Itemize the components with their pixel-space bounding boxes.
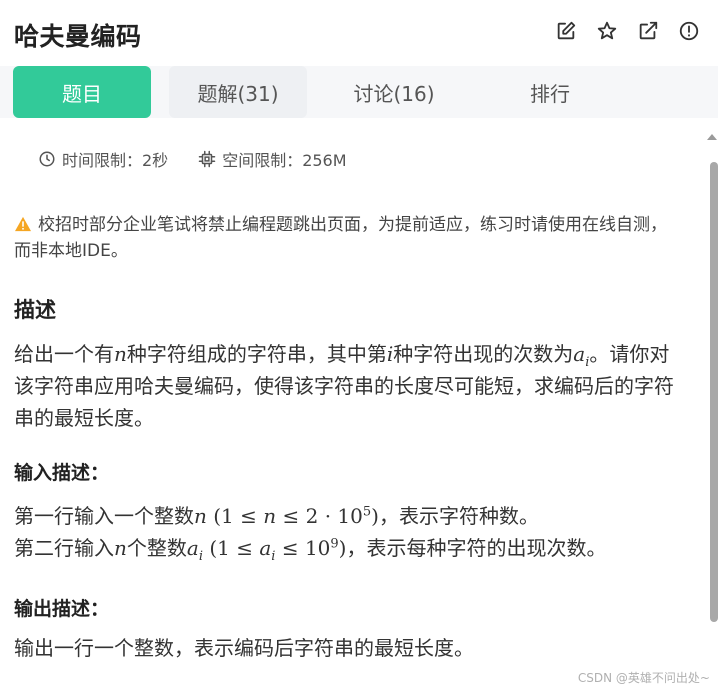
- tab-solutions[interactable]: 题解(31): [169, 66, 307, 118]
- notice: 校招时部分企业笔试将禁止编程题跳出页面，为提前适应，练习时请使用在线自测，而非本…: [14, 212, 674, 264]
- warning-icon: [15, 216, 31, 232]
- input-line-2: 第二行输入n个整数ai (1 ≤ ai ≤ 109)，表示每种字符的出现次数。: [14, 532, 686, 564]
- in2-c: ，表示每种字符的出现次数。: [346, 536, 607, 560]
- description-text: 给出一个有n种字符组成的字符串，其中第i种字符出现的次数为ai。请你对该字符串应…: [14, 338, 686, 434]
- memory-limit: 空间限制：256M: [198, 147, 347, 171]
- in2-b: 个整数: [126, 536, 187, 560]
- limits-bar: 时间限制：2秒 空间限制：256M: [38, 147, 347, 171]
- in1-a: 第一行输入一个整数: [14, 504, 194, 528]
- chip-icon: [198, 150, 216, 168]
- in1-exp: 5: [362, 504, 372, 520]
- external-link-icon[interactable]: [637, 20, 659, 42]
- input-heading: 输入描述：: [14, 462, 110, 484]
- in2-mid: ≤ 10: [275, 536, 331, 560]
- input-line-1: 第一行输入一个整数n (1 ≤ n ≤ 2 · 105)，表示字符种数。: [14, 500, 686, 532]
- output-text: 输出一行一个整数，表示编码后字符串的最短长度。: [14, 636, 474, 660]
- in1-var: n: [194, 504, 207, 528]
- in2-exp: 9: [330, 536, 339, 552]
- in1-open: (1 ≤: [206, 504, 264, 528]
- tab-bar: 题目 题解(31) 讨论(16) 排行: [0, 66, 718, 118]
- in2-a: 第二行输入: [14, 536, 114, 560]
- star-icon[interactable]: [596, 20, 618, 42]
- output-heading: 输出描述：: [14, 598, 110, 620]
- edit-icon[interactable]: [555, 20, 577, 42]
- desc-var-n: n: [114, 342, 127, 366]
- description-heading: 描述: [14, 298, 56, 322]
- header-actions: [555, 20, 700, 42]
- watermark: CSDN @英雄不问出处~: [577, 671, 710, 685]
- memory-limit-text: 空间限制：256M: [222, 151, 347, 170]
- desc-text-3: 种字符出现的次数为: [393, 342, 574, 366]
- desc-var-a: a: [573, 342, 586, 366]
- in1-close: ): [371, 504, 379, 528]
- scroll-up-arrow[interactable]: [707, 134, 717, 140]
- in1-mid: ≤ 2 · 10: [276, 504, 363, 528]
- in2-ai: a: [259, 536, 272, 560]
- notice-text: 校招时部分企业笔试将禁止编程题跳出页面，为提前适应，练习时请使用在线自测，而非本…: [14, 215, 667, 261]
- tab-problem[interactable]: 题目: [13, 66, 151, 118]
- in2-a-var: a: [186, 536, 199, 560]
- page-title: 哈夫曼编码: [14, 22, 142, 51]
- info-icon[interactable]: [678, 20, 700, 42]
- input-text: 第一行输入一个整数n (1 ≤ n ≤ 2 · 105)，表示字符种数。 第二行…: [14, 500, 686, 564]
- clock-icon: [39, 151, 55, 167]
- desc-text-1: 给出一个有: [14, 342, 114, 366]
- desc-text-2: 种字符组成的字符串，其中第: [126, 342, 387, 366]
- in1-n: n: [263, 504, 277, 528]
- tab-ranking[interactable]: 排行: [481, 66, 619, 118]
- scrollbar-thumb[interactable]: [710, 162, 718, 622]
- time-limit: 时间限制：2秒: [38, 147, 168, 171]
- time-limit-text: 时间限制：2秒: [62, 151, 169, 170]
- header: 哈夫曼编码: [0, 0, 718, 66]
- in2-var: n: [114, 536, 127, 560]
- in1-b: ，表示字符种数。: [378, 504, 539, 528]
- tab-discussion[interactable]: 讨论(16): [325, 66, 463, 118]
- in2-open: (1 ≤: [203, 536, 260, 560]
